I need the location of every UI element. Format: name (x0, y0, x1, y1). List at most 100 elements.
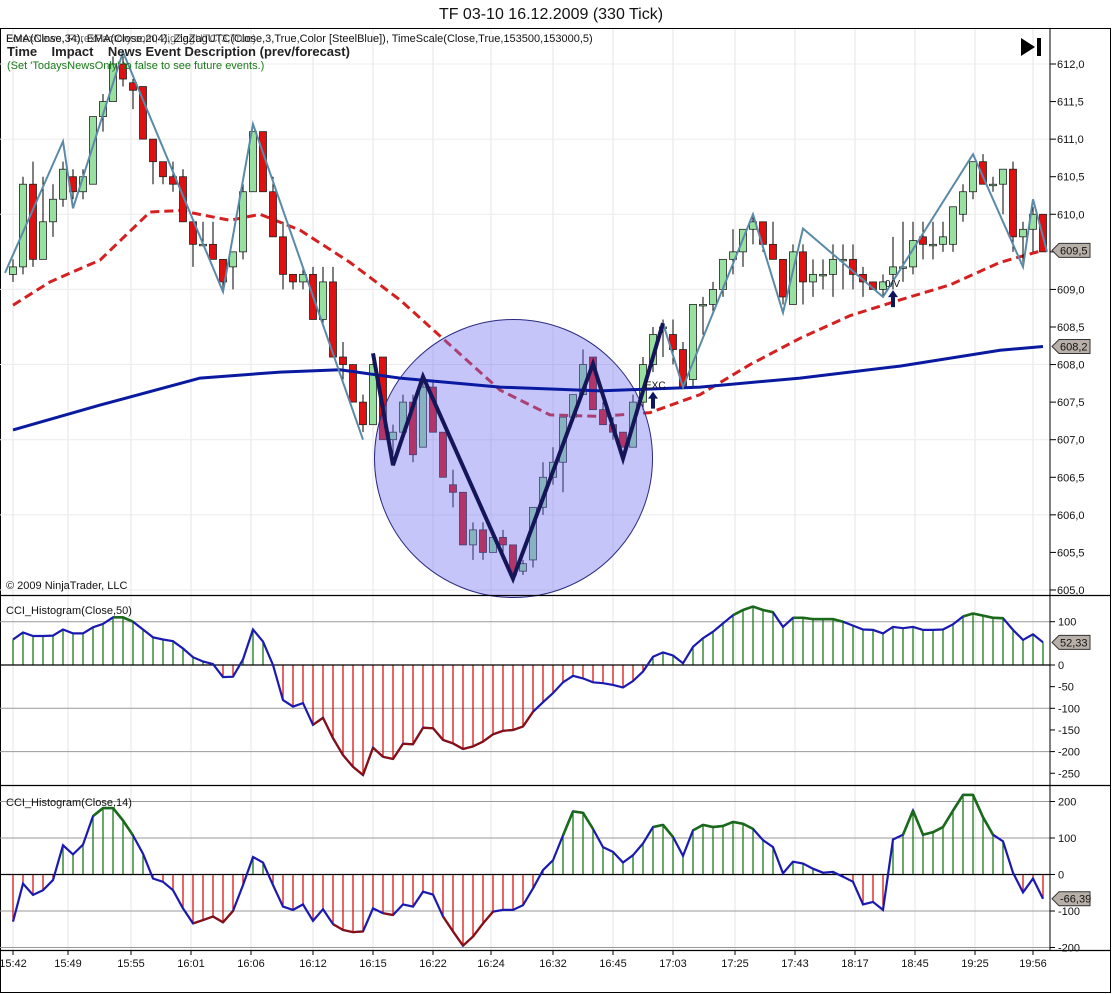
highlight-circle (373, 318, 654, 598)
candle-body (279, 236, 287, 275)
candle-body (709, 289, 717, 305)
cci50-title: CCI_Histogram(Close,50) (6, 605, 132, 617)
candle-body (799, 251, 807, 283)
candle-body (999, 168, 1007, 185)
cci14-tick-label: 100 (1058, 833, 1076, 845)
time-label: 19:25 (961, 958, 989, 970)
time-label: 16:12 (299, 958, 327, 970)
time-label: 16:24 (477, 958, 505, 970)
price-tick-label: 608,5 (1057, 322, 1085, 334)
price-tick-label: 610,0 (1057, 209, 1085, 221)
time-label: 15:49 (54, 958, 82, 970)
price-tick-label: 606,0 (1057, 510, 1085, 522)
price-tick-label: 609,0 (1057, 284, 1085, 296)
time-label: 15:42 (0, 958, 27, 970)
cci14-overbought-segment (572, 810, 584, 815)
cci14-oversold-segment (352, 930, 364, 934)
cci50-tick-label: -100 (1058, 703, 1080, 715)
cci14-value-marker: -66,39 (1051, 891, 1091, 907)
candle-body (959, 191, 967, 215)
candle-body (209, 243, 217, 260)
candle-body (49, 198, 57, 223)
cci50-oversold-segment (502, 728, 514, 732)
price-tick-label: 607,5 (1057, 397, 1085, 409)
cci14-title: CCI_Histogram(Close,14) (6, 797, 132, 809)
price-tick-label: 612,0 (1057, 59, 1085, 71)
price-marker-label: 609,5 (1060, 245, 1088, 257)
copyright: © 2009 NinjaTrader, LLC (6, 580, 127, 592)
cci14-tick-label: -100 (1058, 906, 1080, 918)
time-label: 19:56 (1019, 958, 1047, 970)
candle-body (39, 221, 47, 260)
price-marker: 609,5 (1051, 242, 1091, 258)
candle-body (889, 266, 897, 275)
price-tick-label: 610,5 (1057, 172, 1085, 184)
candle-body (29, 183, 37, 260)
cci14-tick-label: -200 (1058, 943, 1080, 955)
news-hint: (Set 'TodaysNewsOnly' to false to see fu… (7, 60, 264, 72)
cci14-value-marker-label: -66,39 (1060, 894, 1091, 906)
price-tick-label: 606,5 (1057, 472, 1085, 484)
time-label: 16:45 (599, 958, 627, 970)
candle-body (59, 168, 67, 200)
candle-body (149, 138, 157, 163)
candle-body (359, 401, 367, 426)
candle-body (339, 356, 347, 365)
cci50-tick-label: -50 (1058, 682, 1074, 694)
price-tick-label: 607,0 (1057, 435, 1085, 447)
cci50-tick-label: -250 (1058, 768, 1080, 780)
price-tick-label: 611,0 (1057, 134, 1084, 146)
time-label: 16:01 (177, 958, 205, 970)
time-label: 15:55 (117, 958, 145, 970)
cci50-tick-label: -200 (1058, 747, 1080, 759)
candle-body (929, 243, 937, 247)
candle-body (239, 191, 247, 253)
candle-body (1009, 168, 1017, 238)
price-tick-label: 611,5 (1057, 97, 1084, 109)
cci50-value-marker: 52,33 (1051, 634, 1091, 650)
candle-body (819, 273, 827, 277)
ninjatrader-chart: TF 03-10 16.12.2009 (330 Tick) EXC 0/V 15… (0, 0, 1112, 994)
candle[interactable] (689, 304, 697, 388)
cci50-value-marker-label: 52,33 (1060, 637, 1088, 649)
candle-body (9, 266, 17, 275)
signal-label: 0/V (885, 279, 900, 290)
candle-body (949, 206, 957, 245)
cci14-overbought-segment (712, 824, 724, 829)
time-label: 18:45 (901, 958, 929, 970)
candle-body (779, 258, 787, 298)
candle-body (1019, 228, 1027, 238)
time-label: 17:25 (721, 958, 749, 970)
candle-body (269, 191, 277, 238)
time-label: 17:03 (659, 958, 687, 970)
time-label: 17:43 (781, 958, 809, 970)
signal-label: EXC (645, 381, 666, 392)
candle[interactable] (309, 266, 317, 320)
cci50-overbought-segment (802, 616, 814, 621)
candle-body (289, 273, 297, 283)
window-title: TF 03-10 16.12.2009 (330 Tick) (439, 6, 663, 23)
news-columns-header: Time Impact News Event Description (prev… (7, 44, 350, 59)
candle-body (809, 273, 817, 283)
price-tick-label: 605,5 (1057, 547, 1085, 559)
cci14-tick-label: 0 (1058, 870, 1064, 882)
time-label: 18:17 (841, 958, 869, 970)
price-marker: 608,2 (1051, 339, 1091, 355)
candle-body (969, 161, 977, 193)
cci50-tick-label: 0 (1058, 660, 1064, 672)
candle-body (319, 281, 327, 320)
candle-body (939, 236, 947, 245)
time-label: 16:32 (539, 958, 567, 970)
candle-body (989, 183, 997, 187)
time-label: 16:06 (237, 958, 265, 970)
time-label: 16:15 (359, 958, 387, 970)
cci50-tick-label: 100 (1058, 617, 1076, 629)
cci14-overbought-segment (732, 820, 744, 826)
price-tick-label: 605,0 (1057, 585, 1085, 597)
cci14-tick-label: 200 (1058, 797, 1076, 809)
price-marker-label: 608,2 (1060, 342, 1088, 354)
price-tick-label: 608,0 (1057, 360, 1085, 372)
candle-body (769, 243, 777, 260)
candle-body (829, 258, 837, 275)
candle-body (159, 161, 167, 178)
